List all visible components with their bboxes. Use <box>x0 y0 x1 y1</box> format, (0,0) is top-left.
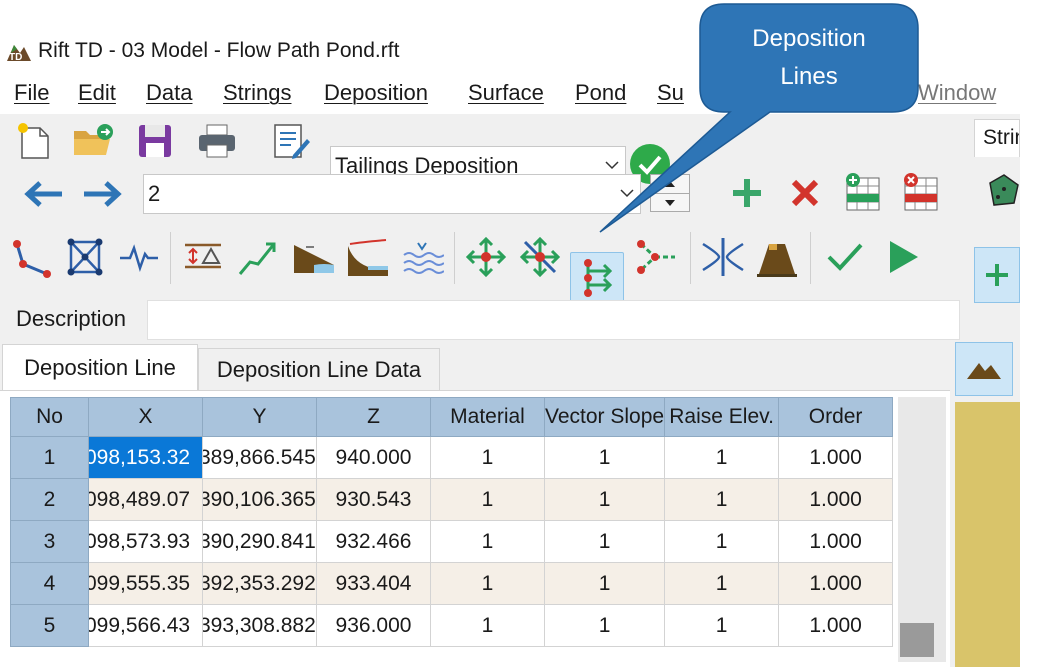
callout-text: Deposition Lines <box>700 20 918 96</box>
callout-bubble <box>599 3 919 233</box>
callout-line2: Lines <box>780 63 838 90</box>
callout-line1: Deposition <box>752 25 866 52</box>
